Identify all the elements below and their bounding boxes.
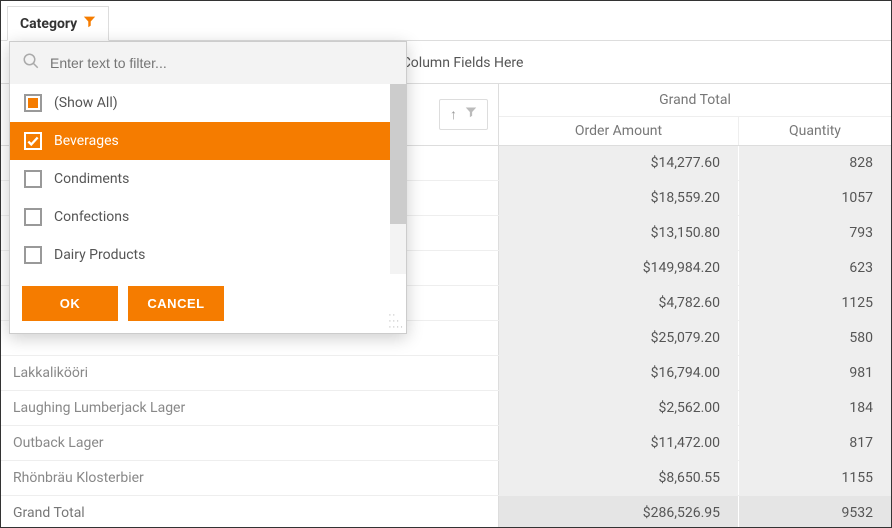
filter-item-label: Confections [54, 209, 129, 225]
filter-item[interactable]: Condiments [10, 160, 406, 198]
filter-popup: (Show All) Beverages Condiments Confections… [9, 41, 407, 334]
row-amount: $25,079.20 [499, 321, 739, 355]
filter-item-label: Dairy Products [54, 247, 145, 263]
row-qty: 1125 [739, 286, 891, 320]
row-qty: 580 [739, 321, 891, 355]
checkbox-unchecked-icon [24, 208, 42, 226]
row-name: Lakkalikööri [1, 356, 499, 390]
row-amount: $13,150.80 [499, 216, 739, 250]
checkbox-unchecked-icon [24, 246, 42, 264]
total-label: Grand Total [1, 496, 499, 528]
filter-item[interactable]: Beverages [10, 122, 406, 160]
filter-item-label: Beverages [54, 133, 119, 149]
row-qty: 793 [739, 216, 891, 250]
row-qty: 1155 [739, 461, 891, 495]
chip-label: Category [20, 16, 77, 32]
row-amount: $4,782.60 [499, 286, 739, 320]
row-amount: $149,984.20 [499, 251, 739, 285]
row-name: Rhönbräu Klosterbier [1, 461, 499, 495]
checkbox-checked-icon [24, 132, 42, 150]
filter-search-input[interactable] [50, 55, 394, 71]
row-name: Outback Lager [1, 426, 499, 460]
checkbox-indeterminate-icon [24, 94, 42, 112]
row-qty: 828 [739, 146, 891, 180]
row-qty: 981 [739, 356, 891, 390]
row-amount: $11,472.00 [499, 426, 739, 460]
filter-item[interactable]: (Show All) [10, 84, 406, 122]
row-amount: $16,794.00 [499, 356, 739, 390]
row-amount: $2,562.00 [499, 391, 739, 425]
filter-item-label: (Show All) [54, 95, 118, 111]
column-quantity[interactable]: Quantity [739, 117, 891, 145]
total-quantity: 9532 [739, 496, 891, 528]
row-name: Laughing Lumberjack Lager [1, 391, 499, 425]
cancel-button[interactable]: CANCEL [128, 286, 224, 321]
checkbox-unchecked-icon [24, 170, 42, 188]
total-amount: $286,526.95 [499, 496, 739, 528]
row-amount: $18,559.20 [499, 181, 739, 215]
filter-item[interactable]: Dairy Products [10, 236, 406, 274]
column-grand-total[interactable]: Grand Total [499, 84, 891, 117]
row-qty: 1057 [739, 181, 891, 215]
resize-grip-icon[interactable]: ········· [389, 313, 405, 331]
filter-item[interactable]: Confections [10, 198, 406, 236]
row-amount: $8,650.55 [499, 461, 739, 495]
filter-item-label: Condiments [54, 171, 129, 187]
column-order-amount[interactable]: Order Amount [499, 117, 739, 145]
ok-button[interactable]: OK [22, 286, 118, 321]
sort-asc-icon: ↑ [450, 106, 457, 123]
scrollbar-thumb[interactable] [390, 84, 406, 224]
sort-filter-box[interactable]: ↑ [439, 99, 488, 130]
row-qty: 184 [739, 391, 891, 425]
search-icon [22, 52, 40, 74]
filter-icon [465, 106, 477, 123]
row-qty: 623 [739, 251, 891, 285]
row-amount: $14,277.60 [499, 146, 739, 180]
filter-icon [83, 15, 96, 32]
field-chip-category[interactable]: Category [7, 6, 109, 41]
row-qty: 817 [739, 426, 891, 460]
